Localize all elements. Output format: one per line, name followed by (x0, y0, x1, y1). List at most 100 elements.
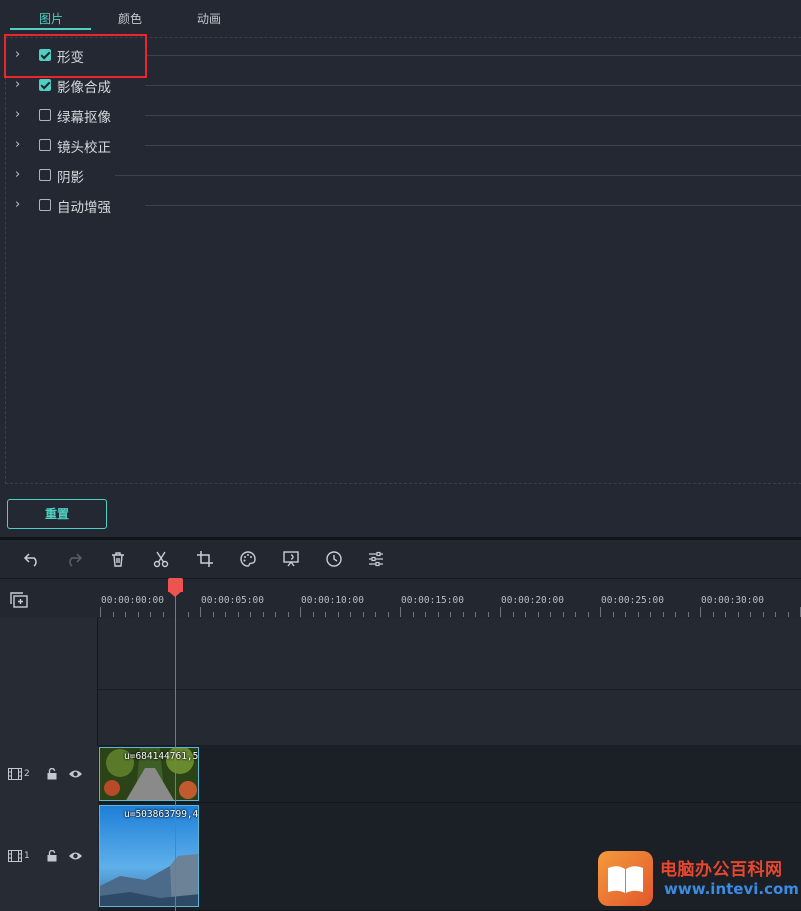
chevron-right-icon[interactable]: › (15, 168, 29, 182)
ruler-tick (400, 607, 401, 617)
ruler-tick (375, 612, 376, 617)
ruler-tick (312, 612, 314, 617)
ruler-tick (350, 612, 351, 617)
property-row-shadow[interactable]: › 阴影 (15, 165, 801, 195)
ruler-tick (562, 612, 564, 617)
ruler-tick (275, 612, 276, 617)
playhead-line[interactable] (175, 590, 176, 911)
divider (115, 175, 801, 176)
ruler-tick (212, 612, 214, 617)
speed-icon[interactable] (325, 550, 343, 568)
video-clip[interactable]: u=503863799,4 (99, 805, 199, 907)
ruler-tick (287, 612, 289, 617)
ruler-tick (100, 607, 101, 617)
track-number: 1 (24, 851, 30, 861)
ruler-tick (637, 612, 639, 617)
ruler-tick (575, 612, 576, 617)
timecode-label: 00:00:25:00 (601, 595, 664, 606)
clip-label: u=503863799,4 (124, 809, 199, 820)
ruler-tick (300, 607, 301, 617)
highlight-annotation (4, 34, 147, 78)
divider (145, 205, 801, 206)
ruler-tick (500, 607, 501, 617)
property-row-chroma-key[interactable]: › 绿幕抠像 (15, 105, 801, 135)
timeline-toolbar (0, 540, 801, 578)
clip-thumbnail (100, 806, 198, 906)
chevron-right-icon[interactable]: › (15, 108, 29, 122)
property-row-auto-enhance[interactable]: › 自动增强 (15, 195, 801, 225)
ruler-tick (162, 612, 164, 617)
tab-color[interactable]: 颜色 (118, 10, 142, 27)
timecode-label: 00:00:15:00 (401, 595, 464, 606)
ruler-tick (700, 607, 701, 617)
eye-icon[interactable] (68, 850, 83, 862)
timecode-label: 00:00:00:00 (101, 595, 164, 606)
ruler-tick (550, 612, 551, 617)
ruler-tick (150, 612, 151, 617)
cut-icon[interactable] (152, 550, 170, 568)
auto-enhance-checkbox[interactable] (39, 199, 51, 211)
ruler-tick (262, 612, 264, 617)
timecode-label: 00:00:10:00 (301, 595, 364, 606)
timecode-label: 00:00:30:00 (701, 595, 764, 606)
film-icon (8, 768, 22, 780)
ruler-tick (525, 612, 526, 617)
chevron-right-icon[interactable]: › (15, 138, 29, 152)
tab-bar: 图片 颜色 动画 (0, 0, 801, 32)
adjust-icon[interactable] (367, 550, 385, 568)
green-screen-icon[interactable] (282, 550, 300, 568)
divider (145, 55, 801, 56)
redo-icon[interactable] (65, 550, 83, 568)
property-row-lens-correction[interactable]: › 镜头校正 (15, 135, 801, 165)
tab-animation[interactable]: 动画 (197, 10, 221, 27)
ruler-tick (762, 612, 764, 617)
ruler-tick (487, 612, 489, 617)
ruler-tick (675, 612, 676, 617)
property-label: 影像合成 (57, 80, 111, 96)
add-track-icon[interactable] (9, 591, 29, 609)
ruler-tick (187, 612, 189, 617)
ruler-tick (137, 612, 139, 617)
eye-icon[interactable] (68, 768, 83, 780)
lock-icon[interactable] (46, 849, 58, 862)
undo-icon[interactable] (23, 550, 41, 568)
property-row-compositing[interactable]: › 影像合成 (15, 75, 801, 105)
tab-image[interactable]: 图片 (39, 10, 63, 27)
timeline-ruler[interactable]: 00:00:00:00 00:00:05:00 00:00:10:00 00:0… (98, 579, 801, 619)
video-clip[interactable]: u=684144761,5 (99, 747, 199, 801)
clip-label: u=684144761,5 (124, 751, 199, 762)
compositing-checkbox[interactable] (39, 79, 51, 91)
watermark-title: 电脑办公百科网 (660, 860, 783, 880)
color-icon[interactable] (239, 550, 257, 568)
chevron-right-icon[interactable]: › (15, 198, 29, 212)
track-number: 2 (24, 769, 30, 779)
ruler-tick (225, 612, 226, 617)
property-label: 自动增强 (57, 200, 111, 216)
lock-icon[interactable] (46, 767, 58, 780)
empty-track[interactable] (0, 618, 801, 690)
reset-button[interactable]: 重置 (7, 499, 107, 529)
ruler-tick (412, 612, 414, 617)
watermark-url: www.intevi.com (664, 880, 799, 898)
lens-correction-checkbox[interactable] (39, 139, 51, 151)
playhead-handle[interactable] (168, 578, 183, 597)
video-track-2[interactable]: 2 u=684144761,5 (0, 746, 801, 803)
delete-icon[interactable] (109, 550, 127, 568)
chevron-right-icon[interactable]: › (15, 78, 29, 92)
ruler-tick (687, 612, 689, 617)
empty-track[interactable] (0, 690, 801, 746)
ruler-tick (425, 612, 426, 617)
crop-icon[interactable] (196, 550, 214, 568)
ruler-tick (325, 612, 326, 617)
ruler-tick (125, 612, 126, 617)
shadow-checkbox[interactable] (39, 169, 51, 181)
track-header: 1 (0, 803, 98, 911)
ruler-tick (237, 612, 239, 617)
chroma-key-checkbox[interactable] (39, 109, 51, 121)
ruler-tick (462, 612, 464, 617)
divider (145, 115, 801, 116)
ruler-tick (387, 612, 389, 617)
ruler-tick (450, 612, 451, 617)
active-tab-indicator (10, 28, 91, 30)
ruler-tick (587, 612, 589, 617)
